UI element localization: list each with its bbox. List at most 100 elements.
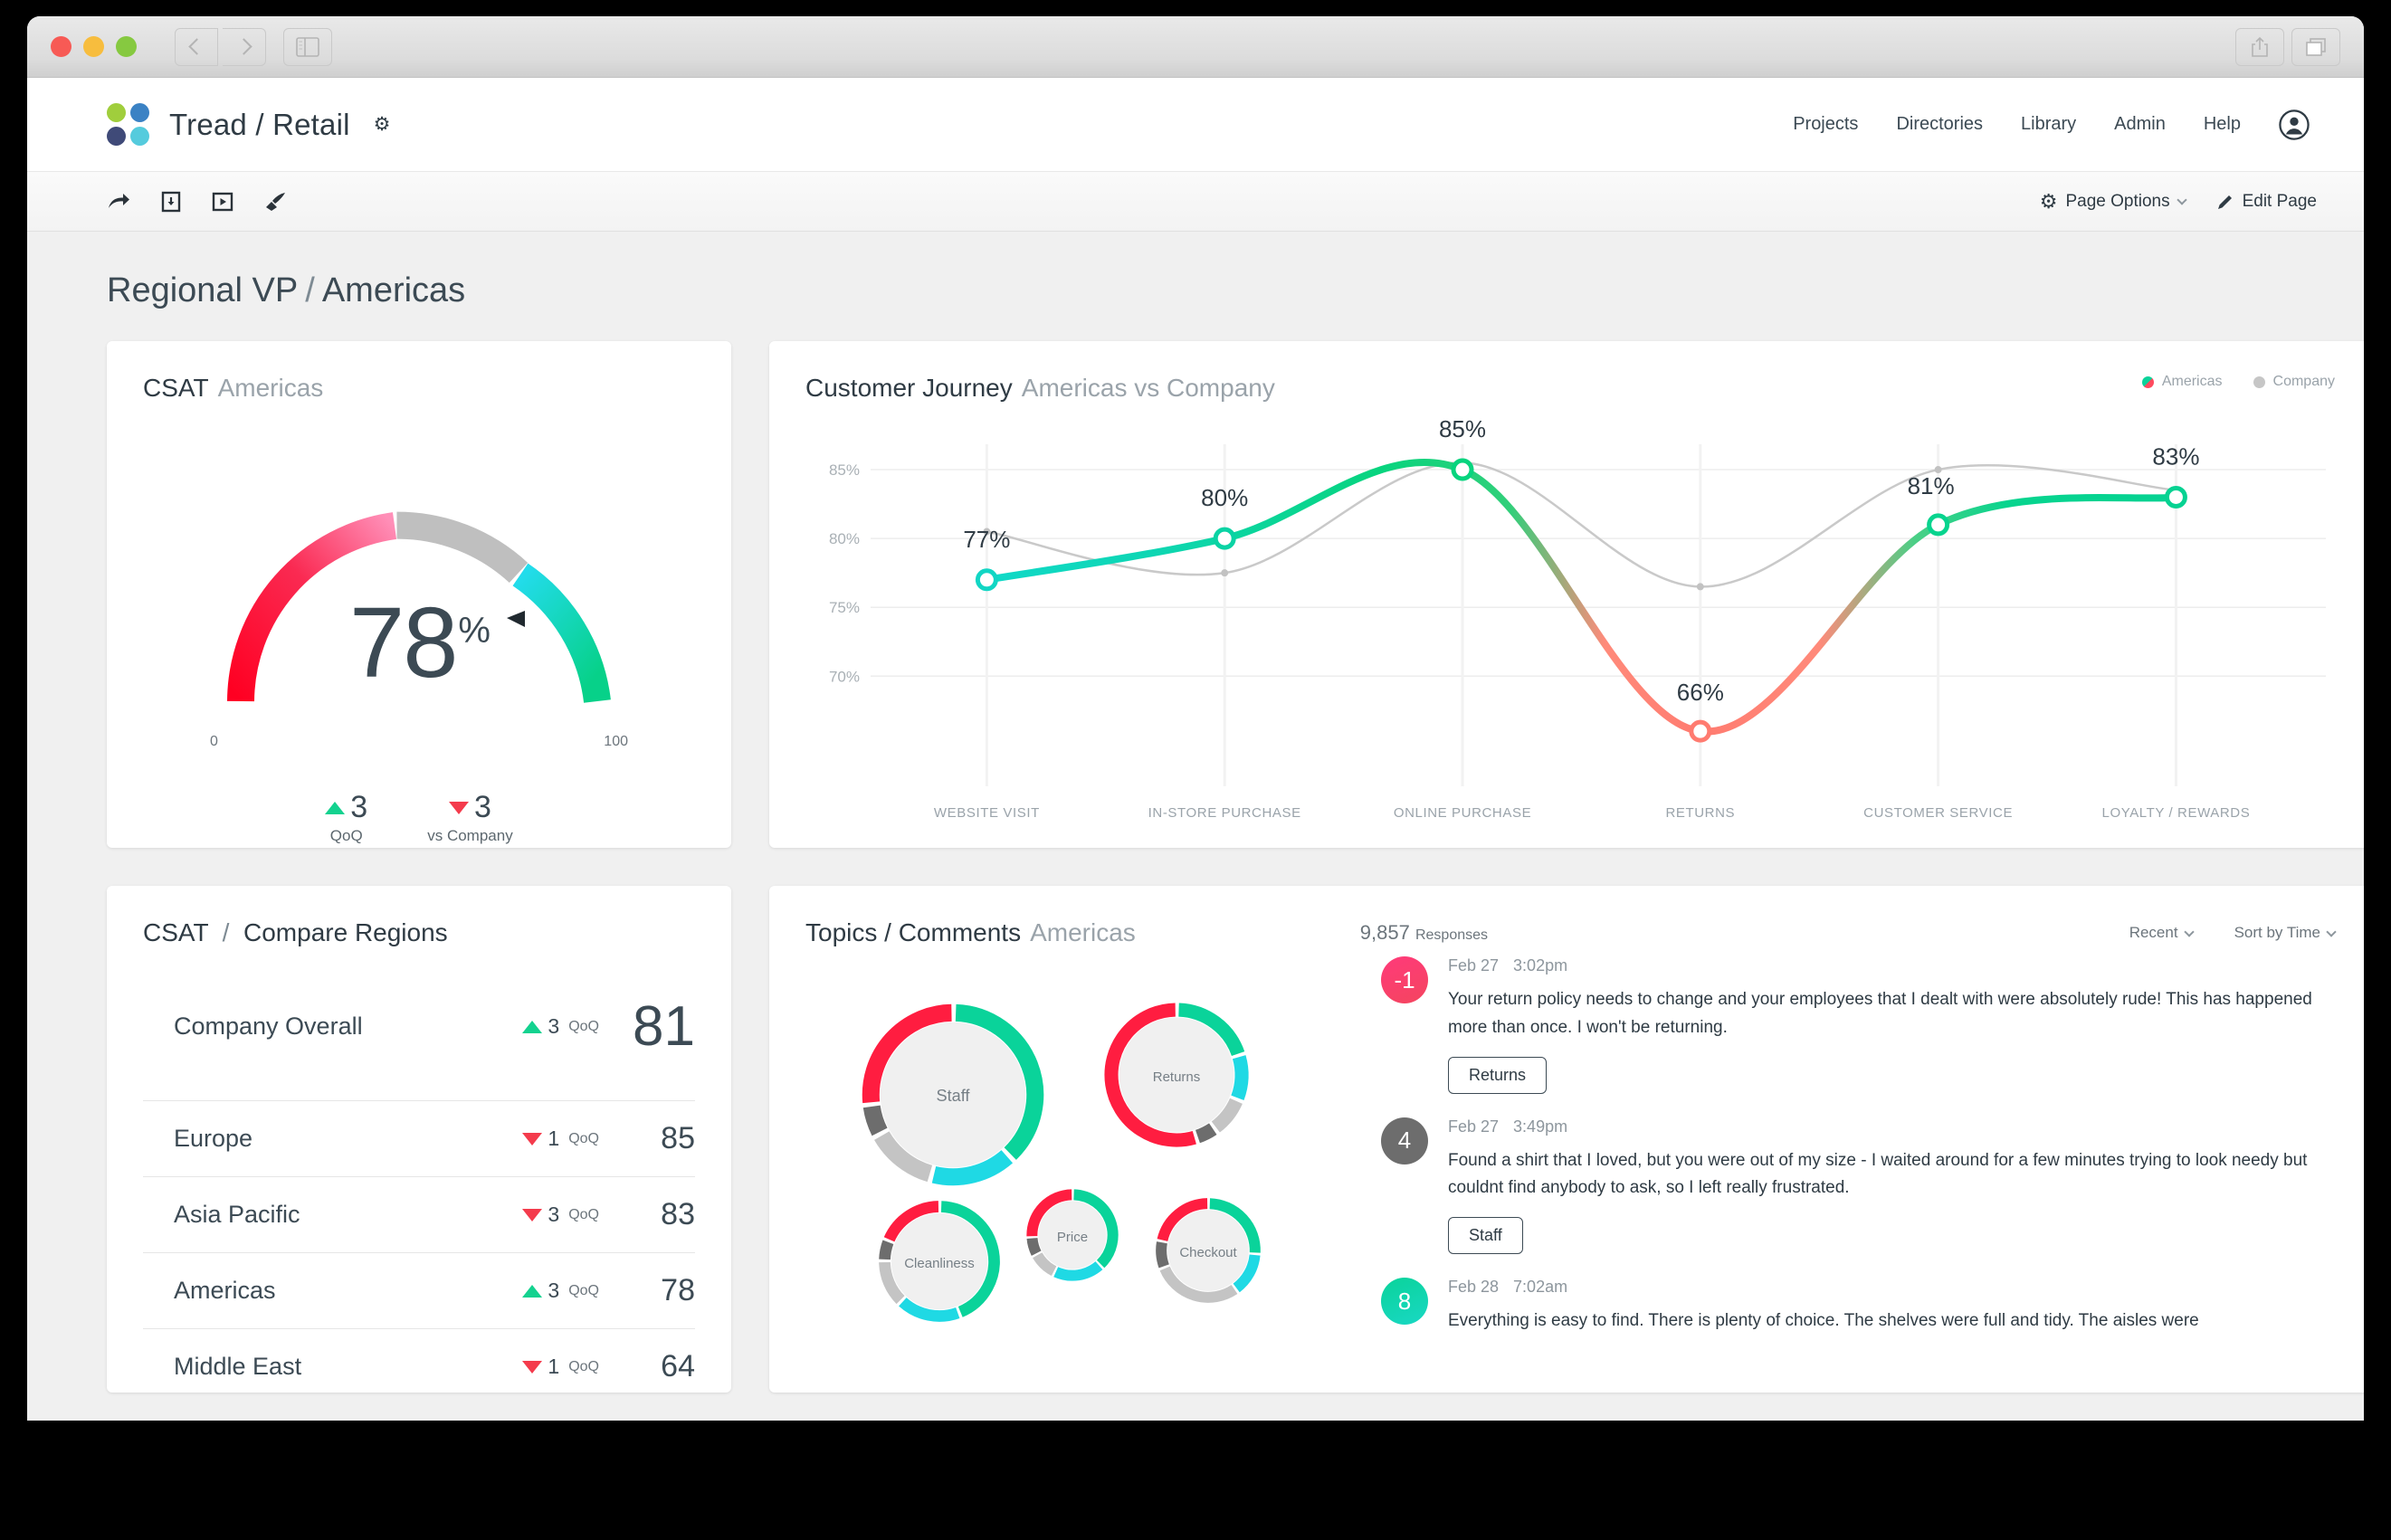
csat-gauge-title: CSAT Americas [143,374,695,403]
browser-nav-buttons [175,27,332,66]
comment-time: 3:02pm [1513,956,1568,974]
x-axis-tick-label: RETURNS [1665,805,1735,821]
window-titlebar [27,16,2364,78]
compare-row-americas[interactable]: Americas 3 QoQ 78 [143,1252,695,1328]
share-icon [2252,36,2268,57]
sort-by-time-dropdown[interactable]: Sort by Time [2234,924,2337,942]
tabs-overview-button[interactable] [2291,28,2340,66]
americas-data-point[interactable] [1689,719,1712,743]
nav-item-help[interactable]: Help [2204,114,2241,135]
donut-label[interactable]: Returns [1153,1069,1201,1085]
account-circle-icon[interactable] [2279,109,2310,140]
share-button[interactable] [2235,28,2284,66]
share-arrow-button[interactable] [107,191,130,213]
legend-item-company[interactable]: Company [2253,374,2335,390]
compare-regions-card: CSAT / Compare Regions Company Overall 3 Q… [107,886,731,1393]
edit-page-button[interactable]: Edit Page [2216,192,2317,212]
compare-row-europe[interactable]: Europe 1 QoQ 85 [143,1100,695,1176]
x-axis-tick-label: ONLINE PURCHASE [1394,805,1531,821]
window-right-buttons [2235,28,2340,66]
download-document-icon [161,191,181,212]
comment-date: Feb 27 [1448,956,1500,974]
donut-label[interactable]: Cleanliness [904,1256,975,1271]
back-button[interactable] [175,27,218,66]
present-icon [212,192,233,211]
compare-row-company-overall[interactable]: Company Overall 3 QoQ 81 [143,974,695,1100]
customer-journey-legend: Americas Company [2141,374,2335,390]
comment-item: 4 Feb 27 3:49pm Found a shirt that I loved,… [1381,1117,2335,1255]
compare-row-delta-value: 3 [548,1279,560,1302]
americas-data-point[interactable] [2164,485,2187,509]
topics-title-main: Topics / Comments [805,918,1022,946]
donut-segment [1195,1123,1217,1144]
brush-button[interactable] [264,191,288,213]
legend-item-americas[interactable]: Americas [2141,374,2223,390]
nav-item-projects[interactable]: Projects [1793,114,1858,135]
nav-item-directories[interactable]: Directories [1896,114,1983,135]
page-options-label: Page Options [2065,191,2170,211]
compare-row-middle-east[interactable]: Middle East 1 QoQ 64 [143,1328,695,1393]
chevron-down-icon [2176,195,2187,205]
brush-icon [266,192,285,211]
sidebar-toggle-button[interactable] [283,27,332,66]
window-traffic-lights[interactable] [51,36,137,57]
brand-settings-gear-icon[interactable]: ⚙ [374,113,391,136]
triangle-down-icon [522,1360,543,1374]
compare-row-qoq-label: QoQ [568,1358,599,1374]
nav-item-admin[interactable]: Admin [2114,114,2166,135]
app-header: Tread / Retail ⚙ Projects Directories Li… [27,78,2364,172]
csat-gauge-deltas: 3 QoQ 3 vs Company [143,790,695,845]
y-axis-tick-label: 85% [829,461,860,479]
customer-journey-title: Customer Journey Americas vs Company [805,374,1275,403]
triangle-up-icon [522,1020,543,1033]
filter-recent-dropdown[interactable]: Recent [2129,924,2195,942]
close-window-button[interactable] [51,36,71,57]
present-button[interactable] [212,191,233,213]
topics-subtitle: Americas [1030,918,1136,946]
brand-title: Tread / Retail [169,107,350,141]
page-toolbar: ⚙ Page Options Edit Page [27,172,2364,232]
comments-list: -1 Feb 27 3:02pm Your return policy needs t… [1348,956,2335,1373]
americas-data-label: 77% [963,526,1010,553]
sort-by-time-label: Sort by Time [2234,924,2320,941]
comment-tag-button[interactable]: Returns [1448,1056,1548,1094]
nav-item-library[interactable]: Library [2021,114,2076,135]
comment-score-badge: -1 [1381,956,1428,1003]
topics-body: Staff Returns Cleanliness Price Checkout -1 F… [805,956,2335,1373]
x-axis-tick-label: LOYALTY / REWARDS [2102,805,2251,821]
topics-sort-controls: Recent Sort by Time [2129,924,2337,942]
browser-window: Tread / Retail ⚙ Projects Directories Li… [27,16,2364,1421]
americas-data-point[interactable] [975,568,998,592]
compare-regions-list: Company Overall 3 QoQ 81 Europe 1 QoQ 85 Asia Pa… [143,974,695,1393]
triangle-down-icon [449,801,469,814]
donut-label[interactable]: Staff [937,1087,971,1105]
donut-label[interactable]: Checkout [1179,1245,1237,1260]
compare-title-primary: CSAT [143,918,209,946]
comment-tag-button[interactable]: Staff [1448,1217,1523,1255]
customer-journey-title-main: Customer Journey [805,374,1013,402]
americas-data-point[interactable] [1451,458,1474,481]
company-data-point [1696,583,1704,591]
americas-line [983,458,2180,736]
compare-row-name: Asia Pacific [174,1201,300,1228]
americas-data-point[interactable] [1213,527,1236,550]
download-document-button[interactable] [161,191,181,213]
csat-delta-vs-company: 3 vs Company [427,790,512,845]
donut-label[interactable]: Price [1057,1230,1088,1245]
donut-segment [1231,1055,1249,1100]
filter-recent-label: Recent [2129,924,2178,941]
compare-regions-title: CSAT / Compare Regions [143,918,448,946]
share-arrow-icon [109,193,129,208]
maximize-window-button[interactable] [116,36,137,57]
compare-row-name: Americas [174,1277,276,1304]
topics-header: Topics / Comments Americas 9,857 Response… [805,918,2337,947]
customer-journey-header: Customer Journey Americas vs Company Amer… [805,374,2335,403]
comment-item: 8 Feb 28 7:02am Everything is easy to find.… [1381,1278,2335,1336]
csat-gauge-max-label: 100 [604,734,628,749]
forward-button[interactable] [223,27,266,66]
page-options-button[interactable]: ⚙ Page Options [2040,190,2187,214]
americas-data-point[interactable] [1927,513,1950,537]
compare-row-asia-pacific[interactable]: Asia Pacific 3 QoQ 83 [143,1176,695,1252]
minimize-window-button[interactable] [83,36,104,57]
page-title: Regional VP / Americas [107,271,2310,310]
